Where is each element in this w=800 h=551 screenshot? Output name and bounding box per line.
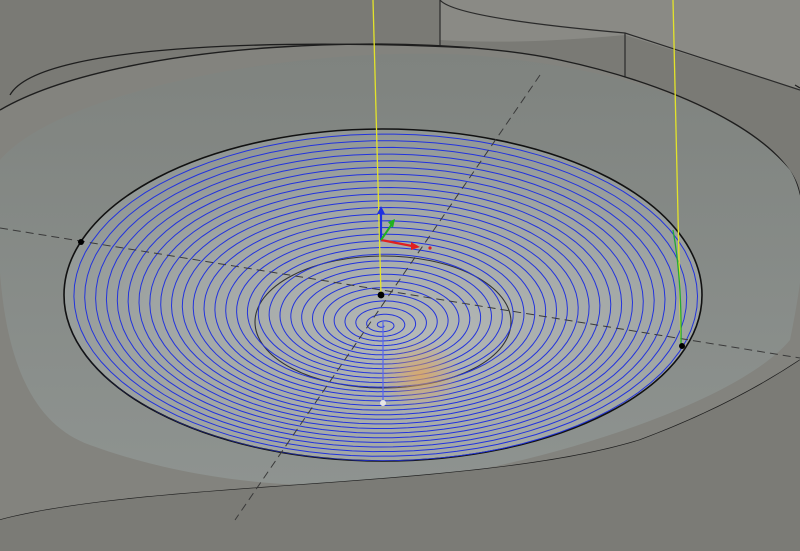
viewport-canvas[interactable]: [0, 0, 800, 551]
vertex-point-icon[interactable]: [679, 343, 685, 349]
entry-region-highlight: [378, 340, 462, 410]
vertex-point-icon[interactable]: [78, 239, 84, 245]
plunge-point-icon[interactable]: [380, 400, 386, 406]
vertex-point-icon[interactable]: [377, 291, 385, 299]
triad-x-tick: [428, 246, 432, 250]
3d-viewport[interactable]: [0, 0, 800, 551]
